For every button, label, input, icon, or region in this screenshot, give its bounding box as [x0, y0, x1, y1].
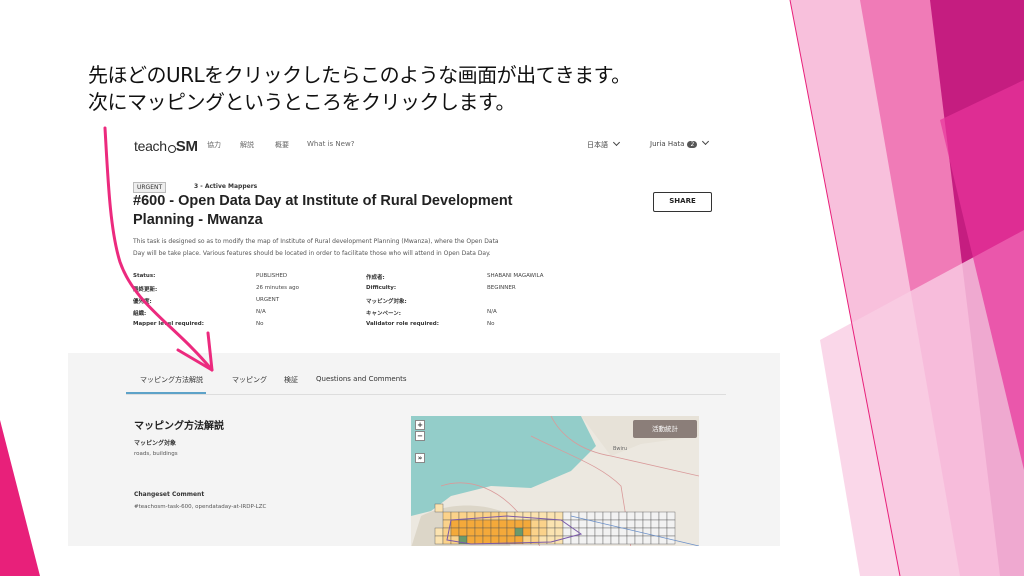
nav-item-learn[interactable]: 解説: [240, 140, 254, 150]
logo-teach-text: teach: [134, 138, 167, 154]
changeset-label: Changeset Comment: [134, 491, 205, 498]
language-label: 日本語: [587, 141, 608, 149]
chevron-down-icon: [612, 138, 621, 147]
meta-value: No: [256, 321, 264, 327]
share-button[interactable]: SHARE: [653, 192, 712, 212]
active-tab-indicator: [126, 392, 206, 394]
mapping-target-label: マッピング対象: [134, 440, 177, 447]
project-title: #600 - Open Data Day at Institute of Rur…: [133, 193, 513, 228]
active-mappers: 3 - Active Mappers: [194, 183, 258, 190]
meta-key: Mapper level required:: [133, 321, 204, 327]
changeset-value: #teachosm-task-600, opendataday-at-IRDP-…: [134, 504, 267, 510]
meta-value: BEGINNER: [487, 285, 516, 291]
activity-stats-button[interactable]: 活動統計: [633, 420, 697, 438]
meta-key: Difficulty:: [366, 285, 397, 291]
meta-key: マッピング対象:: [366, 299, 407, 305]
meta-value: SHABANI MAGAWILA: [487, 273, 544, 279]
nav-item-whats-new[interactable]: What is New?: [307, 140, 354, 148]
zoom-out-button[interactable]: −: [415, 431, 425, 441]
nav-item-contribute[interactable]: 協力: [207, 140, 221, 150]
caption-line-1: 先ほどのURLをクリックしたらこのような画面が出てきます。: [88, 63, 631, 87]
project-description: This task is designed so as to modify th…: [133, 236, 533, 260]
chevron-down-icon: [702, 137, 710, 146]
meta-key: キャンペーン:: [366, 311, 401, 317]
description-line-1: This task is designed so as to modify th…: [133, 238, 499, 245]
caption-line-2: 次にマッピングというところをクリックします。: [88, 90, 516, 114]
user-menu[interactable]: Juria Hata 2: [650, 137, 710, 148]
user-name: Juria Hata: [650, 140, 685, 148]
tab-divider: [126, 394, 726, 395]
meta-value: N/A: [487, 309, 497, 315]
tab-questions-comments[interactable]: Questions and Comments: [316, 375, 407, 383]
meta-key: Status:: [133, 273, 156, 279]
meta-key: 組織:: [133, 311, 147, 317]
meta-value: URGENT: [256, 297, 280, 303]
tab-mapping[interactable]: マッピング: [232, 375, 267, 385]
meta-key: 優先度:: [133, 299, 152, 305]
zoom-in-button[interactable]: +: [415, 420, 425, 430]
logo-osm-text: SM: [175, 138, 198, 155]
tab-validation[interactable]: 検証: [284, 375, 298, 385]
browser-screenshot: teach SM 協力 解説 概要 What is New? 日本語 Juria …: [68, 128, 780, 546]
meta-value: PUBLISHED: [256, 273, 288, 279]
notification-badge: 2: [687, 141, 698, 148]
meta-key: Validator role required:: [366, 321, 439, 327]
project-map[interactable]: + − » 活動統計 Bwiru: [411, 416, 699, 546]
meta-value: No: [487, 321, 495, 327]
teachosm-logo[interactable]: teach SM: [134, 138, 198, 155]
deco-shape-left: [0, 420, 40, 576]
nav-item-about[interactable]: 概要: [275, 140, 289, 150]
magnifier-icon: [167, 145, 176, 153]
tab-instructions[interactable]: マッピング方法解説: [140, 375, 203, 385]
meta-key: 作成者:: [366, 275, 385, 281]
instructions-title: マッピング方法解説: [134, 421, 224, 432]
top-nav: teach SM 協力 解説 概要 What is New? 日本語 Juria …: [68, 128, 780, 164]
slide-caption: 先ほどのURLをクリックしたらこのような画面が出てきます。 次にマッピングという…: [88, 62, 768, 116]
map-place-label: Bwiru: [613, 446, 628, 452]
language-selector[interactable]: 日本語: [587, 138, 621, 150]
map-layers-button[interactable]: »: [415, 453, 425, 463]
meta-value: 26 minutes ago: [256, 285, 299, 291]
project-tabs-panel: マッピング方法解説 マッピング 検証 Questions and Comment…: [68, 353, 780, 546]
meta-key: 最終更新:: [133, 287, 158, 293]
description-line-2: Day will be take place. Various features…: [133, 250, 491, 257]
mapping-target-value: roads, buildings: [134, 451, 178, 457]
meta-value: N/A: [256, 309, 266, 315]
